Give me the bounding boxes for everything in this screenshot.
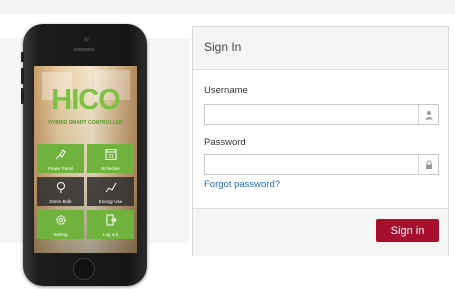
tile-label: Power Panel: [47, 166, 74, 171]
tile-setting[interactable]: Setting: [37, 210, 84, 239]
card-title: Sign In: [204, 40, 242, 54]
app-logo: HICO: [51, 84, 121, 116]
phone-volume-up-button: [21, 68, 24, 84]
logout-icon: [87, 213, 134, 230]
tile-dimm-bulb[interactable]: Dimm Bulb: [37, 177, 84, 206]
username-input[interactable]: [204, 104, 439, 125]
card-footer: Sign in: [193, 208, 448, 256]
password-input[interactable]: [204, 154, 439, 175]
top-band: [0, 0, 455, 14]
phone-camera: [84, 37, 89, 42]
password-label: Password: [204, 137, 246, 148]
phone-home-button: [73, 258, 95, 280]
app-subtitle: HYBRID SMART CONTROLLER: [48, 120, 123, 126]
calendar-icon: 31: [87, 147, 134, 164]
phone-side-button: [21, 52, 24, 62]
user-icon: [418, 105, 439, 124]
forgot-password-link[interactable]: Forgot password?: [204, 179, 280, 190]
username-label: Username: [204, 85, 248, 96]
signin-button[interactable]: Sign in: [376, 219, 439, 242]
tile-log-out[interactable]: Log out: [87, 210, 134, 239]
plug-icon: [37, 147, 84, 164]
tile-label: Schedule: [101, 166, 120, 171]
phone-speaker: [73, 48, 95, 51]
tile-label: Energy Use: [98, 199, 123, 204]
bulb-icon: [37, 180, 84, 197]
lock-icon: [418, 155, 439, 174]
tile-label: Log out: [102, 232, 118, 237]
tile-energy-use[interactable]: Energy Use: [87, 177, 134, 206]
card-header: Sign In: [193, 27, 448, 70]
tile-schedule[interactable]: 31 Schedule: [87, 144, 134, 173]
phone-volume-down-button: [21, 88, 24, 104]
tile-label: Dimm Bulb: [49, 199, 72, 204]
tile-label: Setting: [53, 232, 68, 237]
tile-power-panel[interactable]: Power Panel: [37, 144, 84, 173]
chart-line-icon: [87, 180, 134, 197]
phone-screen: HICO HYBRID SMART CONTROLLER Power Panel…: [34, 66, 137, 253]
gear-icon: [37, 213, 84, 230]
calendar-day: 31: [108, 154, 114, 160]
signin-card: Sign In Username Password Forgot passwor…: [192, 26, 449, 256]
